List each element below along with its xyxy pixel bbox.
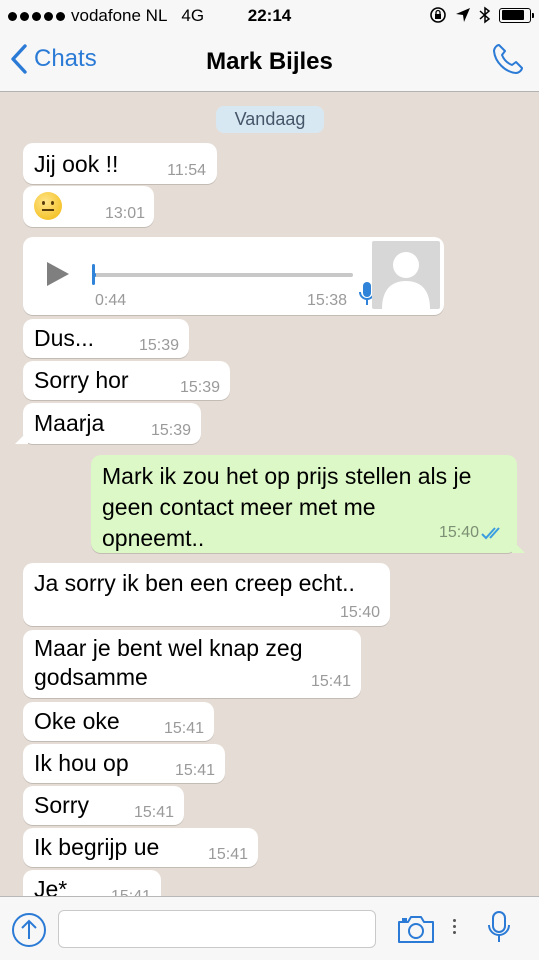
message-time: 13:01 (104, 205, 145, 222)
slightly-smiling-face-icon (34, 192, 62, 220)
double-check-read-icon (481, 527, 500, 540)
more-options-icon[interactable] (453, 919, 456, 937)
message-text: Sorry (34, 792, 89, 818)
call-button[interactable] (491, 42, 525, 81)
message-time: 15:41 (310, 673, 351, 690)
incoming-message[interactable]: Ja sorry ik ben een creep echt.. 15:40 (23, 563, 390, 626)
message-time: 15:41 (174, 762, 215, 779)
battery-icon (499, 7, 534, 23)
message-time: 11:54 (167, 162, 206, 179)
message-line: Maar je bent wel knap zeg (34, 635, 303, 661)
message-time: 15:41 (133, 804, 174, 821)
incoming-message[interactable]: Oke oke 15:41 (23, 702, 214, 741)
outgoing-message[interactable]: Mark ik zou het op prijs stellen als je … (91, 455, 525, 554)
play-icon[interactable] (47, 262, 69, 286)
incoming-message[interactable]: Ik begrijp ue 15:41 (23, 828, 258, 867)
incoming-message[interactable]: Sorry 15:41 (23, 786, 184, 825)
incoming-message[interactable]: Maarja 15:39 (15, 403, 201, 444)
status-bar: vodafone NL 4G 22:14 (0, 0, 539, 32)
incoming-message[interactable]: 13:01 (23, 186, 154, 227)
rotation-lock-icon (430, 7, 446, 23)
voice-scrubber[interactable] (92, 264, 95, 285)
date-separator: Vandaag (216, 106, 324, 133)
arrow-up-icon (21, 919, 37, 939)
message-text: Sorry hor (34, 367, 129, 393)
message-time: 15:38 (307, 292, 348, 309)
voice-record-button[interactable] (487, 910, 511, 949)
message-time: 15:39 (150, 422, 191, 439)
message-line: geen contact meer met me (102, 494, 376, 520)
voice-duration: 0:44 (95, 292, 127, 309)
message-text: Je* (34, 876, 68, 896)
voice-message[interactable]: 0:44 15:38 (23, 237, 444, 315)
message-text: Ik begrijp ue (34, 834, 160, 860)
voice-progress-track[interactable] (93, 273, 353, 277)
avatar[interactable] (372, 241, 440, 309)
location-arrow-icon (456, 8, 470, 22)
default-avatar-icon (382, 252, 430, 309)
message-line: opneemt.. (102, 525, 205, 551)
camera-button[interactable] (397, 913, 435, 950)
network-type: 4G (181, 6, 205, 25)
incoming-message[interactable]: Je* 15:41 (23, 870, 161, 896)
bluetooth-icon (479, 6, 491, 24)
message-time: 15:40 (438, 524, 479, 541)
message-list[interactable]: Vandaag Jij ook !! 11:54 13:01 0:44 15:3… (0, 93, 539, 896)
incoming-message[interactable]: Maar je bent wel knap zeg godsamme 15:41 (23, 630, 361, 698)
message-input[interactable] (58, 910, 376, 948)
message-text: Oke oke (34, 708, 120, 734)
bubble-tail (512, 540, 525, 553)
incoming-message[interactable]: Ik hou op 15:41 (23, 744, 225, 783)
message-text: Ja sorry ik ben een creep echt.. (34, 570, 355, 596)
message-time: 15:40 (339, 604, 380, 621)
signal-strength-icon (8, 11, 65, 21)
chat-header: Chats Mark Bijles (0, 32, 539, 92)
message-time: 15:39 (179, 379, 220, 396)
incoming-message[interactable]: Sorry hor 15:39 (23, 361, 230, 400)
message-text: Ik hou op (34, 750, 129, 776)
phone-icon (493, 44, 523, 74)
microphone-icon (488, 911, 510, 942)
battery-level (501, 10, 525, 20)
message-text: Dus... (34, 325, 95, 351)
share-button[interactable] (12, 913, 46, 947)
message-text: Maar je bent wel knap zeg godsamme (34, 634, 303, 692)
camera-icon (398, 916, 434, 943)
bubble-tail (15, 431, 28, 444)
message-time: 15:39 (138, 337, 179, 354)
message-text: Jij ook !! (34, 151, 119, 177)
contact-name[interactable]: Mark Bijles (0, 48, 539, 76)
message-text: Mark ik zou het op prijs stellen als je … (102, 461, 471, 554)
message-time: 15:41 (111, 888, 151, 896)
message-text: Maarja (34, 410, 105, 436)
message-line: godsamme (34, 664, 148, 690)
carrier-name: vodafone NL (71, 6, 168, 25)
incoming-message[interactable]: Jij ook !! 11:54 (23, 143, 217, 184)
message-time: 15:41 (207, 846, 248, 863)
message-time: 15:41 (163, 720, 204, 737)
incoming-message[interactable]: Dus... 15:39 (23, 319, 189, 358)
status-icons (429, 6, 534, 24)
composer-bar (0, 896, 539, 960)
message-line: Mark ik zou het op prijs stellen als je (102, 463, 472, 489)
